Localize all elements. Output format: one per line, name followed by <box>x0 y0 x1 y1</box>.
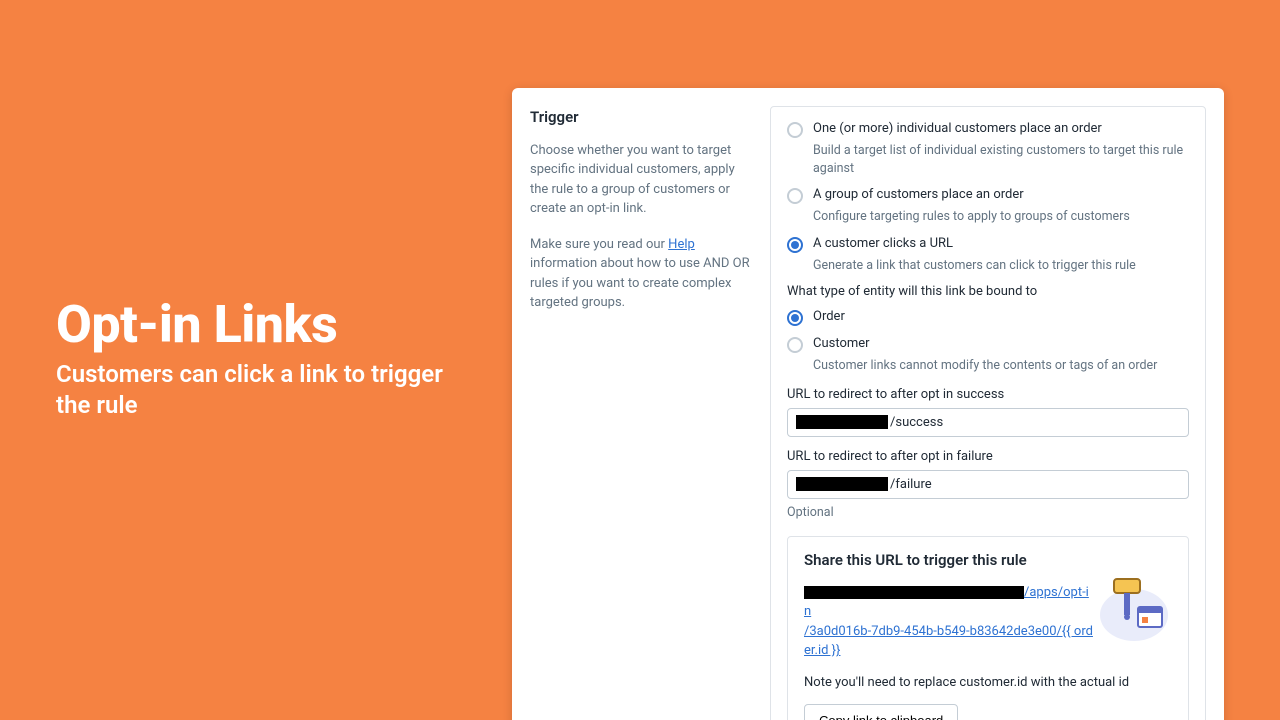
failure-url-input[interactable]: /failure <box>787 470 1189 499</box>
paint-roller-icon <box>1094 565 1174 645</box>
radio-url-help: Generate a link that customers can click… <box>813 257 1189 275</box>
radio-group-customers[interactable]: A group of customers place an order <box>787 187 1189 204</box>
settings-panel: Trigger Choose whether you want to targe… <box>512 88 1224 720</box>
radio-entity-order[interactable]: Order <box>787 309 1189 326</box>
radio-customer-clicks-url[interactable]: A customer clicks a URL <box>787 236 1189 253</box>
redacted-text <box>804 586 1024 599</box>
radio-icon <box>787 188 803 204</box>
entity-question: What type of entity will this link be bo… <box>787 284 1189 299</box>
trigger-heading: Trigger <box>530 106 750 129</box>
redacted-text <box>796 477 888 491</box>
share-url-card: Share this URL to trigger this rule /app… <box>787 536 1189 720</box>
radio-group-help: Configure targeting rules to apply to gr… <box>813 208 1189 226</box>
hero-subtitle: Customers can click a link to trigger th… <box>56 359 476 421</box>
copy-link-button[interactable]: Copy link to clipboard <box>804 704 958 720</box>
share-note: Note you'll need to replace customer.id … <box>804 675 1172 690</box>
redacted-text <box>796 415 888 429</box>
radio-icon <box>787 310 803 326</box>
radio-icon <box>787 337 803 353</box>
hero-title: Opt-in Links <box>56 298 476 353</box>
trigger-para1: Choose whether you want to target specif… <box>530 141 750 219</box>
share-url-link[interactable]: /apps/opt-in /3a0d016b-7db9-454b-b549-b8… <box>804 583 1094 661</box>
trigger-para2: Make sure you read our Help information … <box>530 235 750 313</box>
help-link[interactable]: Help <box>668 237 695 252</box>
trigger-description: Trigger Choose whether you want to targe… <box>530 106 750 720</box>
radio-entity-customer-help: Customer links cannot modify the content… <box>813 357 1189 375</box>
optional-hint: Optional <box>787 505 1189 520</box>
radio-icon <box>787 237 803 253</box>
radio-icon <box>787 122 803 138</box>
radio-individual-customers[interactable]: One (or more) individual customers place… <box>787 121 1189 138</box>
radio-individual-help: Build a target list of individual existi… <box>813 142 1189 177</box>
success-url-label: URL to redirect to after opt in success <box>787 387 1189 402</box>
failure-url-label: URL to redirect to after opt in failure <box>787 449 1189 464</box>
trigger-form: One (or more) individual customers place… <box>770 106 1206 720</box>
success-url-input[interactable]: /success <box>787 408 1189 437</box>
radio-entity-customer[interactable]: Customer <box>787 336 1189 353</box>
hero: Opt-in Links Customers can click a link … <box>56 298 476 421</box>
